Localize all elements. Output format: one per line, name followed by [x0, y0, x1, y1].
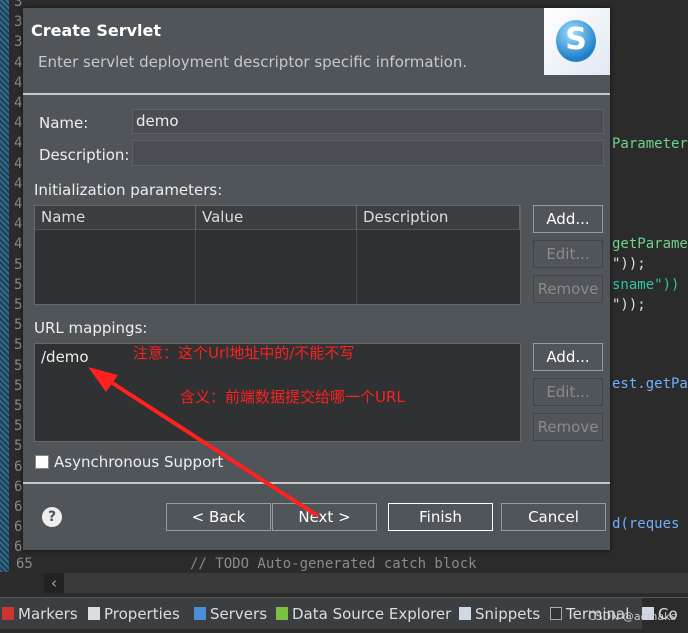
tab-servers[interactable]: Servers [194, 605, 267, 623]
tab-label: Servers [210, 605, 268, 623]
terminal-icon [550, 607, 562, 620]
servers-icon [194, 607, 206, 620]
properties-icon [88, 607, 100, 620]
tab-properties[interactable]: Properties [88, 605, 180, 623]
tab-markers[interactable]: Markers [2, 605, 78, 623]
snippets-icon [459, 607, 471, 620]
bottom-view-tabs: Markers Properties Servers Data Source E… [0, 597, 688, 629]
tab-label: Data Source Explorer [292, 605, 452, 623]
tab-data-source-explorer[interactable]: Data Source Explorer [276, 605, 451, 623]
tab-label: Markers [18, 605, 78, 623]
data-source-icon [276, 607, 288, 620]
annotation-arrow [88, 367, 320, 518]
watermark: CSDN @acmaks [588, 610, 677, 623]
tab-label: Snippets [475, 605, 541, 623]
tab-label: Properties [104, 605, 180, 623]
tab-snippets[interactable]: Snippets [459, 605, 540, 623]
markers-icon [2, 607, 14, 620]
